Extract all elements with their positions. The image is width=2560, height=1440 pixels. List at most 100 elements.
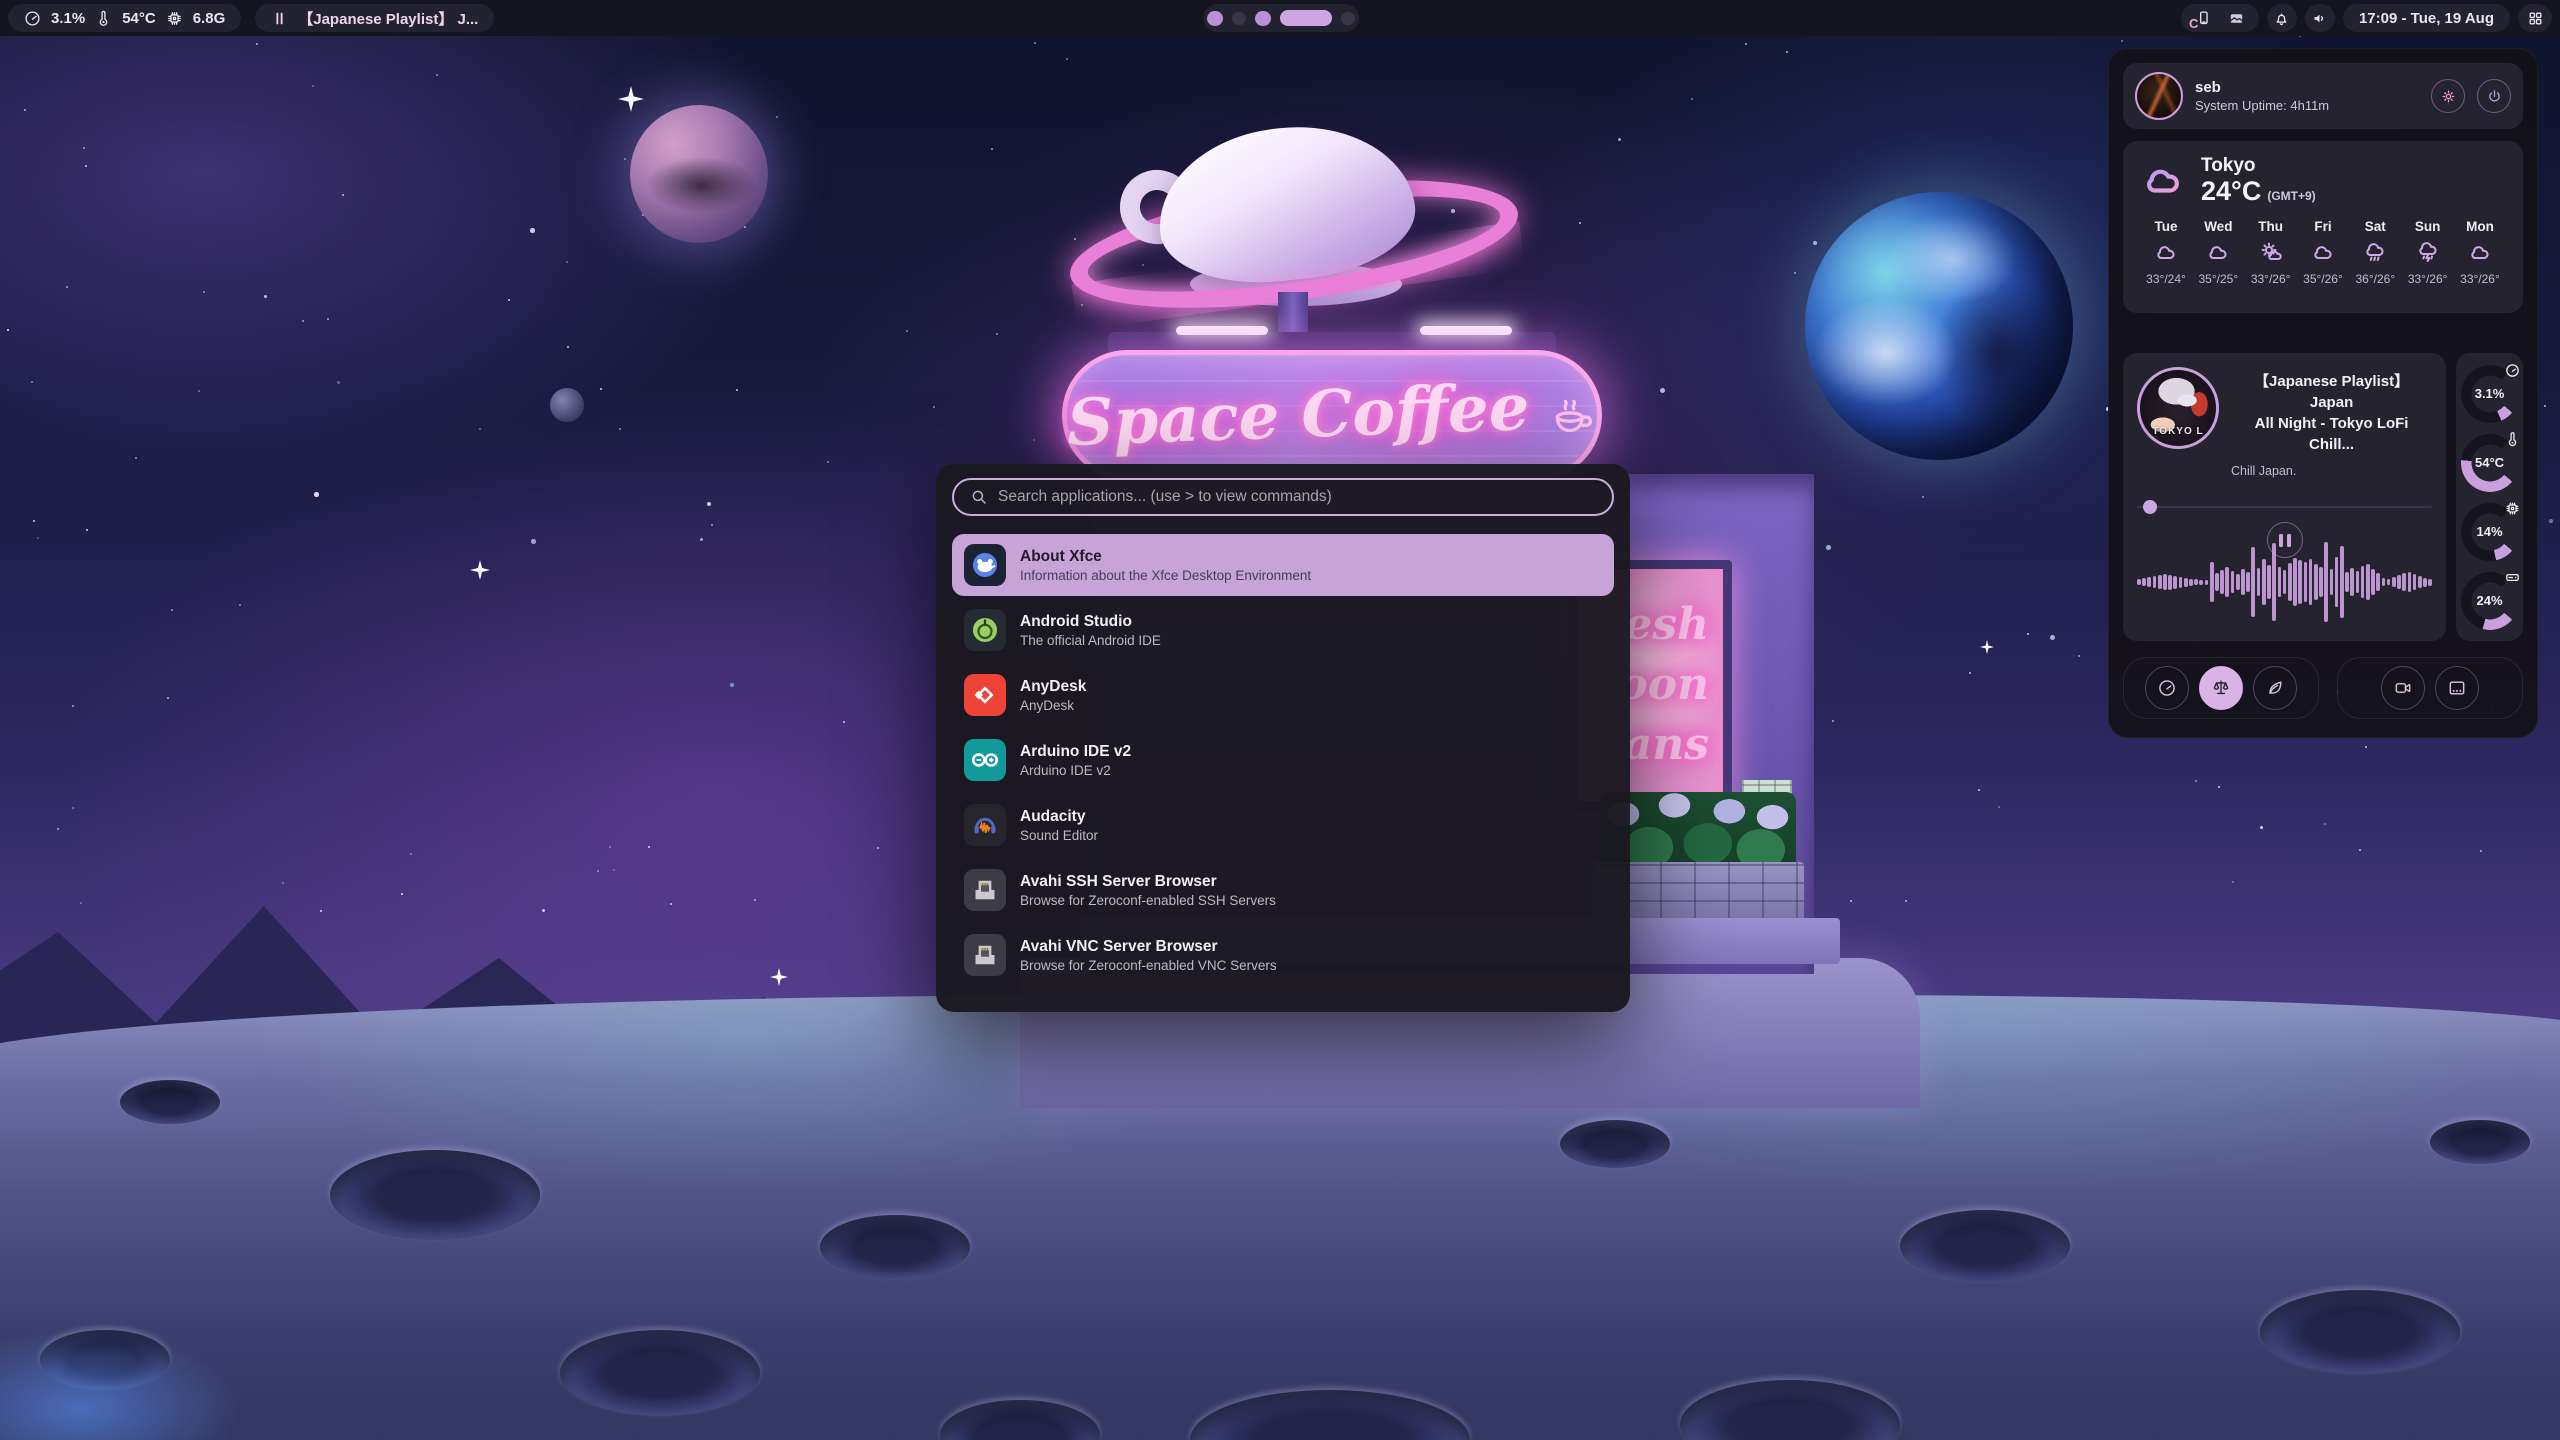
app-name: Avahi SSH Server Browser: [1020, 872, 1276, 892]
workspace-dot[interactable]: [1255, 11, 1271, 26]
app-description: Arduino IDE v2: [1020, 762, 1131, 779]
forecast-temps: 35°/26°: [2303, 272, 2343, 286]
app-name: Audacity: [1020, 807, 1098, 827]
forecast-temps: 33°/24°: [2146, 272, 2186, 286]
app-description: Browse for Zeroconf-enabled SSH Servers: [1020, 892, 1276, 909]
app-row[interactable]: Avahi SSH Server Browser Browse for Zero…: [952, 859, 1614, 921]
power-button[interactable]: [2477, 79, 2511, 113]
speaker-icon: [2311, 10, 2328, 27]
system-uptime: System Uptime: 4h11m: [2195, 98, 2329, 113]
clock-widget[interactable]: 17:09 - Tue, 19 Aug: [2343, 4, 2510, 32]
notifications-button[interactable]: [2267, 4, 2297, 32]
system-gauge: 14%: [2461, 503, 2519, 561]
top-panel: 3.1% 54°C 6.8G 【Japanese Playlist】 J... …: [0, 0, 2560, 36]
forecast-day: Mon 33°/26°: [2455, 219, 2505, 286]
neon-sign: Space Coffee: [1062, 350, 1602, 480]
power-saver-mode-button[interactable]: [2253, 666, 2297, 710]
app-name: About Xfce: [1020, 547, 1311, 567]
audacity-icon: [964, 804, 1006, 846]
forecast-day-label: Sun: [2415, 219, 2441, 234]
album-caption: TOKYO L: [2140, 426, 2216, 437]
cloud-icon: [2310, 241, 2336, 265]
forecast-day-label: Sat: [2365, 219, 2386, 234]
now-playing-widget[interactable]: 【Japanese Playlist】 J...: [255, 4, 494, 32]
app-row[interactable]: About Xfce Information about the Xfce De…: [952, 534, 1614, 596]
workspace-dot[interactable]: [1207, 11, 1223, 26]
user-name: seb: [2195, 79, 2329, 96]
capture-group: [2337, 657, 2523, 719]
app-description: Sound Editor: [1020, 827, 1098, 844]
audio-visualizer: [2137, 539, 2432, 625]
forecast-day: Thu 33°/26°: [2246, 219, 2296, 286]
search-input[interactable]: [998, 488, 1596, 506]
app-row[interactable]: Arduino IDE v2 Arduino IDE v2: [952, 729, 1614, 791]
coffee-cup-icon: [1547, 389, 1597, 441]
neon-sign-text: Space Coffee: [1066, 369, 1531, 460]
system-stats-widget[interactable]: 3.1% 54°C 6.8G: [8, 4, 241, 32]
connected-phone-icon[interactable]: C: [2195, 10, 2212, 27]
forecast-temps: 35°/25°: [2199, 272, 2239, 286]
power-icon: [2486, 88, 2503, 105]
album-art[interactable]: TOKYO L: [2137, 367, 2219, 449]
forecast-temps: 33°/26°: [2460, 272, 2500, 286]
app-row[interactable]: Android Studio The official Android IDE: [952, 599, 1614, 661]
workspace-switcher[interactable]: [1203, 4, 1359, 32]
forecast-day-label: Mon: [2466, 219, 2494, 234]
app-row[interactable]: Audacity Sound Editor: [952, 794, 1614, 856]
volume-button[interactable]: [2305, 4, 2335, 32]
screenshot-button[interactable]: [2435, 666, 2479, 710]
cloud-icon: [2139, 159, 2187, 201]
app-row[interactable]: Avahi VNC Server Browser Browse for Zero…: [952, 924, 1614, 986]
weather-city: Tokyo: [2201, 155, 2316, 177]
forecast-temps: 33°/26°: [2408, 272, 2448, 286]
avahi-icon: [964, 869, 1006, 911]
system-gauge: 24%: [2461, 572, 2519, 630]
app-row[interactable]: AnyDesk AnyDesk: [952, 664, 1614, 726]
balanced-mode-button[interactable]: [2199, 666, 2243, 710]
search-icon: [970, 488, 988, 506]
tray-widget[interactable]: C: [2181, 4, 2259, 32]
leaf-icon: [2265, 678, 2285, 698]
anydesk-icon: [964, 674, 1006, 716]
user-card: seb System Uptime: 4h11m: [2123, 63, 2523, 129]
cpu-temp: 54°C: [122, 10, 156, 27]
pause-icon: [271, 10, 288, 27]
forecast-day: Wed 35°/25°: [2193, 219, 2243, 286]
track-title-line2: All Night - Tokyo LoFi Chill...: [2231, 413, 2432, 455]
performance-mode-button[interactable]: [2145, 666, 2189, 710]
settings-button[interactable]: [2431, 79, 2465, 113]
app-launcher: About Xfce Information about the Xfce De…: [936, 464, 1630, 1012]
app-name: Arduino IDE v2: [1020, 742, 1131, 762]
forecast-day-label: Tue: [2155, 219, 2178, 234]
overview-button[interactable]: [2518, 4, 2552, 32]
video-camera-icon: [2393, 678, 2413, 698]
storm-cloud-icon: [2415, 241, 2441, 265]
clock-text: 17:09 - Tue, 19 Aug: [2359, 10, 2494, 27]
workspace-dot[interactable]: [1341, 12, 1355, 25]
progress-handle[interactable]: [2143, 500, 2157, 514]
window-neon-text: oon: [1618, 659, 1709, 711]
screen-record-button[interactable]: [2381, 666, 2425, 710]
cpu-usage: 3.1%: [51, 10, 85, 27]
track-artist: Chill Japan.: [2231, 464, 2432, 478]
forecast-day-label: Wed: [2204, 219, 2232, 234]
rain-cloud-icon: [2362, 241, 2388, 265]
avatar[interactable]: [2135, 72, 2183, 120]
system-gauge: 3.1%: [2461, 365, 2519, 423]
workspace-dot[interactable]: [1232, 12, 1246, 25]
workspace-current[interactable]: [1280, 10, 1332, 26]
sun-cloud-icon: [2258, 241, 2284, 265]
thermometer-icon: [2504, 431, 2521, 448]
forecast-day: Tue 33°/24°: [2141, 219, 2191, 286]
system-gauges: 3.1% 54°C 14% 24%: [2456, 353, 2523, 641]
track-progress-bar[interactable]: [2137, 500, 2432, 514]
power-profile-group: [2123, 657, 2319, 719]
now-playing-title: 【Japanese Playlist】 J...: [298, 8, 478, 29]
cloud-icon: [2205, 241, 2231, 265]
disk-icon: [2504, 569, 2521, 586]
image-icon[interactable]: [2228, 10, 2245, 27]
search-field[interactable]: [952, 478, 1614, 516]
gear-icon: [2440, 88, 2457, 105]
xfce-icon: [964, 544, 1006, 586]
weather-timezone: (GMT+9): [2267, 189, 2315, 203]
